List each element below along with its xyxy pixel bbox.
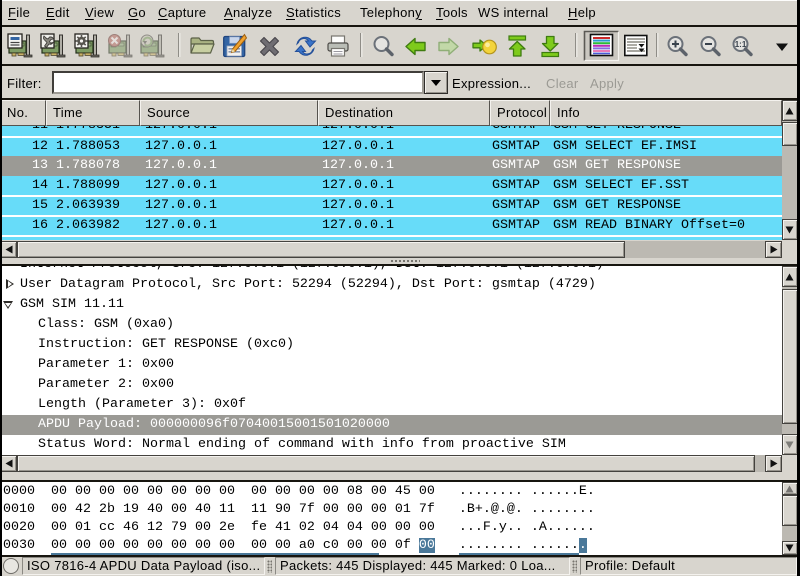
svg-text:1:1: 1:1 — [735, 40, 747, 49]
